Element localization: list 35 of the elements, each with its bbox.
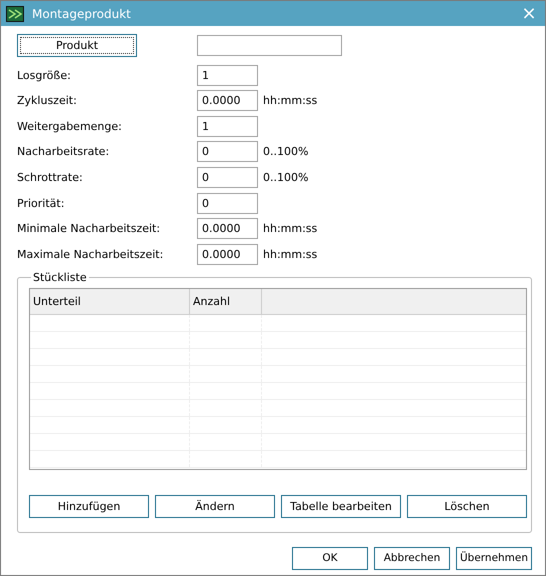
field-label: Zykluszeit: bbox=[17, 94, 78, 108]
table-action-button[interactable]: Hinzufügen bbox=[29, 494, 149, 518]
field-label: Nacharbeitsrate: bbox=[17, 145, 110, 158]
dialog-button[interactable]: Abbrechen bbox=[374, 546, 450, 570]
unit-label: hh:mm:ss bbox=[263, 248, 318, 261]
input-field[interactable]: 0 bbox=[197, 141, 258, 162]
table-action-button[interactable]: Ändern bbox=[155, 494, 275, 518]
field-label: Minimale Nacharbeitszeit: bbox=[17, 222, 162, 236]
input-field[interactable]: 0.0000 bbox=[197, 218, 258, 240]
group-title: Stückliste bbox=[32, 270, 88, 284]
column-header[interactable]: Unterteil bbox=[30, 288, 190, 314]
input-field[interactable]: 0 bbox=[197, 166, 258, 188]
product-field[interactable] bbox=[197, 35, 342, 56]
field-label: Priorität: bbox=[17, 196, 66, 210]
unit-label: hh:mm:ss bbox=[263, 222, 318, 236]
dialog-button[interactable]: OK bbox=[292, 546, 368, 570]
unit-label: 0..100% bbox=[263, 170, 308, 184]
input-field[interactable]: 1 bbox=[197, 64, 258, 86]
table-action-button[interactable]: Tabelle bearbeiten bbox=[281, 494, 401, 518]
product-button[interactable]: Produkt bbox=[17, 34, 137, 57]
input-field[interactable]: 0.0000 bbox=[197, 90, 258, 112]
field-label: Weitergabemenge: bbox=[17, 120, 123, 133]
input-field[interactable]: 1 bbox=[197, 116, 258, 137]
unit-label: 0..100% bbox=[263, 145, 308, 158]
table-action-button[interactable]: Löschen bbox=[407, 494, 527, 518]
input-field[interactable]: 0 bbox=[197, 192, 258, 214]
field-label: Maximale Nacharbeitszeit: bbox=[17, 248, 164, 261]
column-header[interactable]: Anzahl bbox=[190, 288, 262, 314]
unit-label: hh:mm:ss bbox=[263, 94, 318, 108]
window-title: Montageprodukt bbox=[32, 6, 132, 20]
field-label: Losgröße: bbox=[17, 68, 72, 82]
dialog-button[interactable]: Übernehmen bbox=[456, 546, 532, 570]
field-label: Schrottrate: bbox=[17, 170, 84, 184]
input-field[interactable]: 0.0000 bbox=[197, 244, 258, 265]
app-icon bbox=[6, 6, 24, 22]
